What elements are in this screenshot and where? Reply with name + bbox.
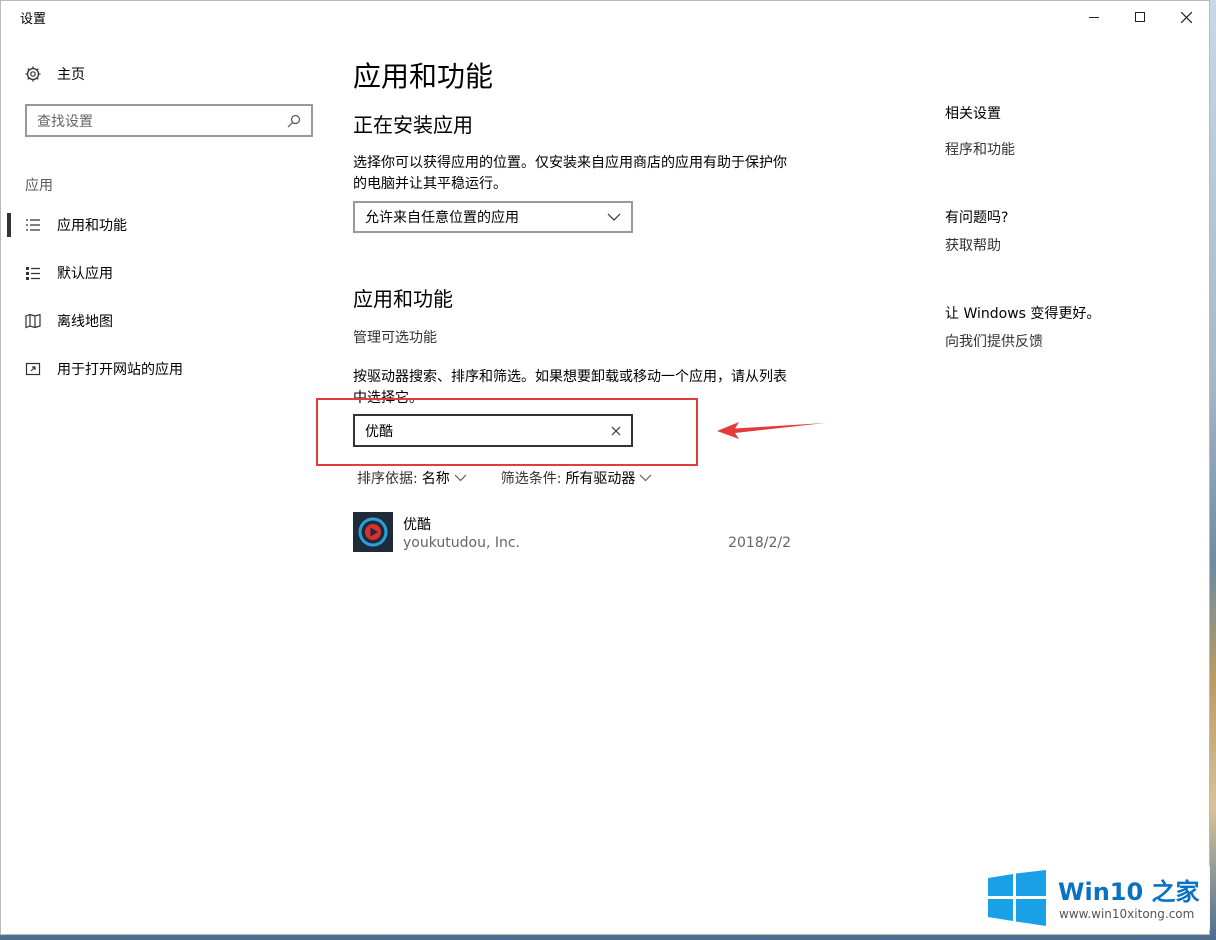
sidebar-item-offline-maps[interactable]: 离线地图: [25, 307, 325, 335]
windows-logo-icon: [988, 870, 1046, 926]
youku-app-icon: [353, 512, 393, 552]
minimize-icon: [1089, 16, 1099, 18]
nav-home[interactable]: 主页: [25, 61, 85, 87]
app-publisher: youkutudou, Inc.: [403, 535, 521, 551]
sort-label: 排序依据:: [357, 471, 418, 487]
sort-dropdown[interactable]: 排序依据: 名称: [357, 468, 467, 488]
filter-value: 所有驱动器: [565, 471, 636, 487]
app-search-value: 优酷: [365, 423, 393, 440]
map-icon: [25, 313, 41, 329]
related-settings-heading: 相关设置: [945, 106, 1001, 122]
chevron-down-icon: [640, 474, 652, 482]
apps-features-heading: 应用和功能: [353, 287, 453, 311]
nav-section-label: 应用: [25, 178, 53, 194]
app-search-input[interactable]: 优酷: [353, 414, 633, 447]
feedback-link[interactable]: 向我们提供反馈: [945, 331, 1043, 351]
sidebar-item-label: 离线地图: [57, 314, 113, 330]
manage-optional-features-link[interactable]: 管理可选功能: [353, 327, 437, 347]
watermark-site: www.win10xitong.com: [1059, 907, 1195, 921]
minimize-button[interactable]: [1071, 1, 1117, 33]
watermark-brand: Win10 之家: [1058, 878, 1200, 906]
app-name: 优酷: [403, 517, 431, 533]
close-button[interactable]: [1163, 1, 1209, 33]
maximize-button[interactable]: [1117, 1, 1163, 33]
chevron-down-icon: [454, 474, 467, 482]
get-help-link[interactable]: 获取帮助: [945, 235, 1001, 255]
improve-windows-heading: 让 Windows 变得更好。: [945, 306, 1101, 322]
maximize-icon: [1135, 12, 1145, 22]
open-web-icon: [25, 361, 41, 377]
annotation-arrow: [717, 422, 825, 439]
sidebar-item-default-apps[interactable]: 默认应用: [25, 259, 325, 287]
sidebar-item-apps-features[interactable]: 应用和功能: [7, 211, 325, 239]
watermark: Win10 之家 www.win10xitong.com: [984, 866, 1210, 930]
question-heading: 有问题吗?: [945, 210, 1009, 226]
nav-home-label: 主页: [57, 67, 85, 83]
filter-dropdown[interactable]: 筛选条件: 所有驱动器: [501, 468, 653, 488]
programs-features-link[interactable]: 程序和功能: [945, 139, 1015, 159]
close-icon: [1180, 11, 1192, 23]
install-source-value: 允许来自任意位置的应用: [365, 210, 519, 226]
install-description: 选择你可以获得应用的位置。仅安装来自应用商店的应用有助于保护你的电脑并让其平稳运…: [353, 155, 787, 192]
install-heading: 正在安装应用: [353, 113, 473, 137]
search-description: 按驱动器搜索、排序和筛选。如果想要卸载或移动一个应用，请从列表中选择它。: [353, 369, 787, 406]
window-title: 设置: [20, 12, 47, 27]
search-icon[interactable]: [287, 114, 301, 128]
sort-filter-row: 排序依据: 名称 筛选条件: 所有驱动器: [357, 468, 652, 488]
filter-label: 筛选条件:: [500, 471, 562, 487]
list-icon: [25, 217, 41, 233]
settings-search-placeholder: 查找设置: [37, 113, 93, 130]
gear-icon: [25, 66, 41, 82]
app-install-date: 2018/2/2: [728, 535, 791, 551]
title-bar[interactable]: 设置: [1, 1, 1209, 33]
sort-value: 名称: [421, 471, 450, 487]
app-list-item[interactable]: 优酷 youkutudou, Inc. 2018/2/2: [353, 511, 793, 555]
sidebar-item-label: 用于打开网站的应用: [57, 362, 183, 378]
settings-search-input[interactable]: 查找设置: [25, 104, 313, 137]
sidebar-item-apps-for-websites[interactable]: 用于打开网站的应用: [25, 355, 325, 383]
sidebar-item-label: 默认应用: [57, 266, 113, 282]
sidebar-item-label: 应用和功能: [57, 218, 127, 234]
install-source-dropdown[interactable]: 允许来自任意位置的应用: [353, 201, 633, 233]
clear-icon[interactable]: [611, 426, 621, 436]
chevron-down-icon: [607, 213, 621, 221]
default-apps-icon: [25, 265, 41, 281]
settings-window: 设置 主页 查找设置 应用 应用和功能 默认应用 离线地图 用于打开网站的应用 …: [0, 0, 1210, 935]
page-title: 应用和功能: [353, 60, 494, 93]
